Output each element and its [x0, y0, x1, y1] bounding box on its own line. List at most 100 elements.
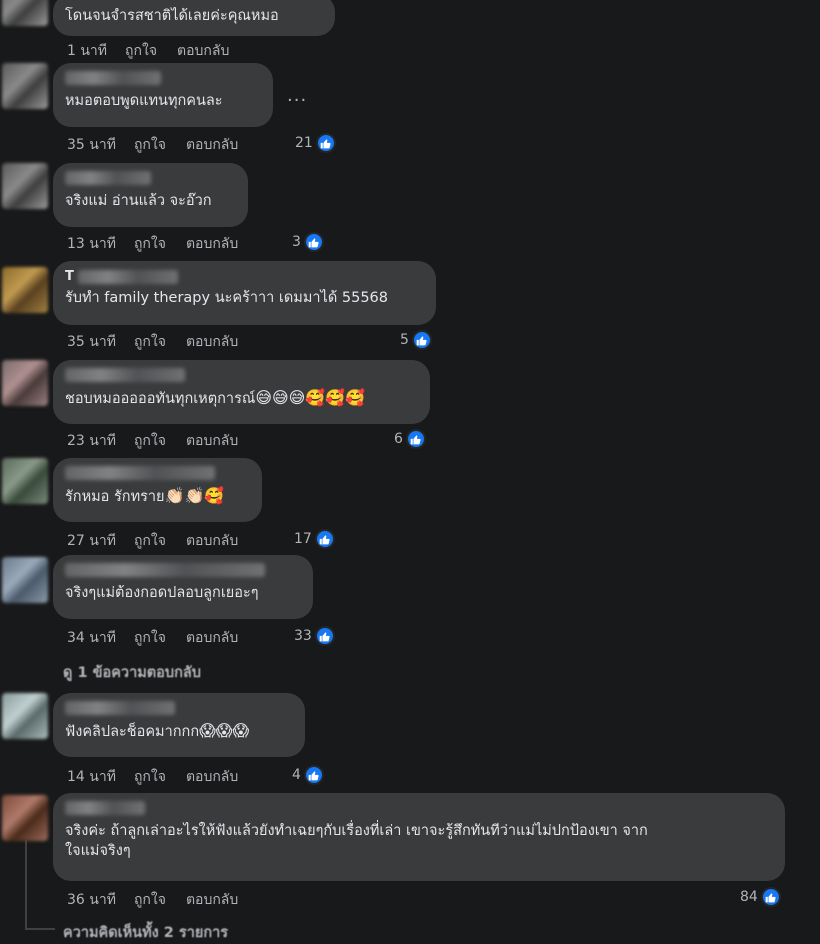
comment-time[interactable]: 27 นาที [67, 530, 116, 552]
avatar[interactable] [2, 458, 48, 504]
comment-text: หมอตอบพูดแทนทุกคนละ [65, 93, 223, 109]
comment-bubble: จริงค่ะ ถ้าลูกเล่าอะไรให้ฟังแล้วยังทำเฉย… [53, 793, 785, 881]
like-button[interactable]: ถูกใจ [134, 331, 166, 353]
reply-button[interactable]: ตอบกลับ [186, 766, 238, 788]
reaction-number: 4 [292, 767, 301, 783]
reply-button[interactable]: ตอบกลับ [186, 331, 238, 353]
thumbs-up-icon [411, 330, 432, 350]
comment-bubble: ชอบหมอออออทันทุกเหตุการณ์😅😅😅🥰🥰🥰 [53, 360, 430, 424]
reaction-count[interactable]: 4 [292, 765, 324, 785]
reply-button[interactable]: ตอบกลับ [186, 889, 238, 911]
comment-text: รับทำ family therapy นะคร้าาา เดมมาได้ 5… [65, 290, 389, 306]
comment-text: รักหมอ รักทราย👏🏻👏🏻🥰 [65, 486, 250, 507]
comment-bubble: จริงๆแม่ต้องกอดปลอบลูกเยอะๆ [53, 555, 313, 619]
thumbs-up-icon [314, 529, 335, 549]
commenter-name[interactable] [65, 71, 161, 85]
comment-bubble: หมอตอบพูดแทนทุกคนละ [53, 63, 273, 127]
commenter-name[interactable] [65, 801, 145, 815]
comment-bubble: จริงแม่ อ่านแล้ว จะอ๊วก [53, 163, 248, 227]
avatar[interactable] [2, 693, 48, 739]
reaction-number: 3 [292, 234, 301, 250]
like-button[interactable]: ถูกใจ [134, 627, 166, 649]
avatar[interactable] [2, 163, 48, 209]
reaction-count[interactable]: 21 [295, 133, 336, 153]
emoji-reactions: 😅😅😅🥰🥰🥰 [255, 388, 366, 407]
commenter-name[interactable] [65, 563, 265, 577]
reaction-number: 6 [394, 431, 403, 447]
comment-text: จริงๆแม่ต้องกอดปลอบลูกเยอะๆ [65, 585, 259, 601]
reaction-number: 5 [400, 332, 409, 348]
like-button[interactable]: ถูกใจ [134, 530, 166, 552]
comment-time[interactable]: 23 นาที [67, 430, 116, 452]
commenter-name[interactable] [77, 269, 178, 284]
reply-button[interactable]: ตอบกลับ [186, 430, 238, 452]
thumbs-up-icon [405, 429, 426, 449]
more-options-button[interactable]: ... [287, 85, 307, 106]
reply-button[interactable]: ตอบกลับ [186, 530, 238, 552]
comment-bubble: โดนจนจำรสชาติได้เลยค่ะคุณหมอ [53, 0, 335, 36]
comment-actions: 34 นาที ถูกใจ ตอบกลับ [67, 627, 258, 649]
avatar[interactable] [2, 360, 48, 406]
reply-button[interactable]: ตอบกลับ [177, 40, 229, 62]
comment-actions: 35 นาที ถูกใจ ตอบกลับ [67, 331, 258, 353]
comment-time[interactable]: 35 นาที [67, 134, 116, 156]
comment-bubble: T รับทำ family therapy นะคร้าาา เดมมาได้… [53, 261, 436, 325]
avatar[interactable] [2, 63, 48, 109]
comment-text-body: ฟังคลิปละช็อคมากกก [65, 724, 200, 740]
comment-text: ฟังคลิปละช็อคมากกก😱😱😱 [65, 721, 293, 742]
comment-text: จริงแม่ อ่านแล้ว จะอ๊วก [65, 193, 212, 209]
reply-button[interactable]: ตอบกลับ [186, 233, 238, 255]
comment-text: จริงค่ะ ถ้าลูกเล่าอะไรให้ฟังแล้วยังทำเฉย… [65, 823, 648, 859]
commenter-name-initial[interactable]: T [65, 269, 74, 284]
comment-time[interactable]: 36 นาที [67, 889, 116, 911]
reply-connector [25, 928, 55, 930]
view-replies-link[interactable]: ดู 1 ข้อความตอบกลับ [63, 661, 201, 684]
comment-time[interactable]: 14 นาที [67, 766, 116, 788]
comment-time[interactable]: 13 นาที [67, 233, 116, 255]
like-button[interactable]: ถูกใจ [134, 430, 166, 452]
comment-text: โดนจนจำรสชาติได้เลยค่ะคุณหมอ [65, 8, 279, 24]
commenter-name[interactable] [65, 701, 175, 715]
reply-button[interactable]: ตอบกลับ [186, 134, 238, 156]
emoji-reactions: 👏🏻👏🏻🥰 [164, 486, 225, 505]
avatar[interactable] [2, 0, 48, 26]
reaction-count[interactable]: 33 [294, 626, 335, 646]
thumbs-up-icon [303, 765, 324, 785]
reply-button[interactable]: ตอบกลับ [186, 627, 238, 649]
commenter-name[interactable] [65, 368, 185, 382]
reaction-count[interactable]: 6 [394, 429, 426, 449]
comment-text-body: ชอบหมอออออทันทุกเหตุการณ์ [65, 391, 256, 407]
comment-actions: 23 นาที ถูกใจ ตอบกลับ [67, 430, 258, 452]
thread-line [25, 840, 27, 930]
like-button[interactable]: ถูกใจ [134, 766, 166, 788]
avatar[interactable] [2, 267, 48, 313]
reaction-count[interactable]: 17 [294, 529, 335, 549]
comment-time[interactable]: 1 นาที [67, 40, 107, 62]
reaction-count[interactable]: 3 [292, 232, 324, 252]
comment-bubble: รักหมอ รักทราย👏🏻👏🏻🥰 [53, 458, 262, 522]
comment-actions: 35 นาที ถูกใจ ตอบกลับ [67, 134, 258, 156]
commenter-name[interactable] [65, 171, 151, 185]
like-button[interactable]: ถูกใจ [134, 233, 166, 255]
comment-text-body: รักหมอ รักทราย [65, 489, 165, 505]
reaction-number: 17 [294, 531, 312, 547]
reaction-number: 21 [295, 135, 313, 151]
avatar[interactable] [2, 557, 48, 603]
comment-text: ชอบหมอออออทันทุกเหตุการณ์😅😅😅🥰🥰🥰 [65, 388, 418, 409]
comment-bubble: ฟังคลิปละช็อคมากกก😱😱😱 [53, 693, 305, 757]
thumbs-up-icon [760, 887, 781, 907]
avatar[interactable] [2, 795, 48, 841]
reaction-count[interactable]: 5 [400, 330, 432, 350]
like-button[interactable]: ถูกใจ [134, 134, 166, 156]
thumbs-up-icon [303, 232, 324, 252]
comment-time[interactable]: 34 นาที [67, 627, 116, 649]
like-button[interactable]: ถูกใจ [125, 40, 157, 62]
thumbs-up-icon [314, 626, 335, 646]
reaction-count[interactable]: 84 [740, 887, 781, 907]
comment-actions: 1 นาที ถูกใจ ตอบกลับ [67, 40, 249, 62]
commenter-name[interactable] [65, 466, 215, 480]
comment-actions: 27 นาที ถูกใจ ตอบกลับ [67, 530, 258, 552]
comment-time[interactable]: 35 นาที [67, 331, 116, 353]
reaction-number: 33 [294, 628, 312, 644]
like-button[interactable]: ถูกใจ [134, 889, 166, 911]
